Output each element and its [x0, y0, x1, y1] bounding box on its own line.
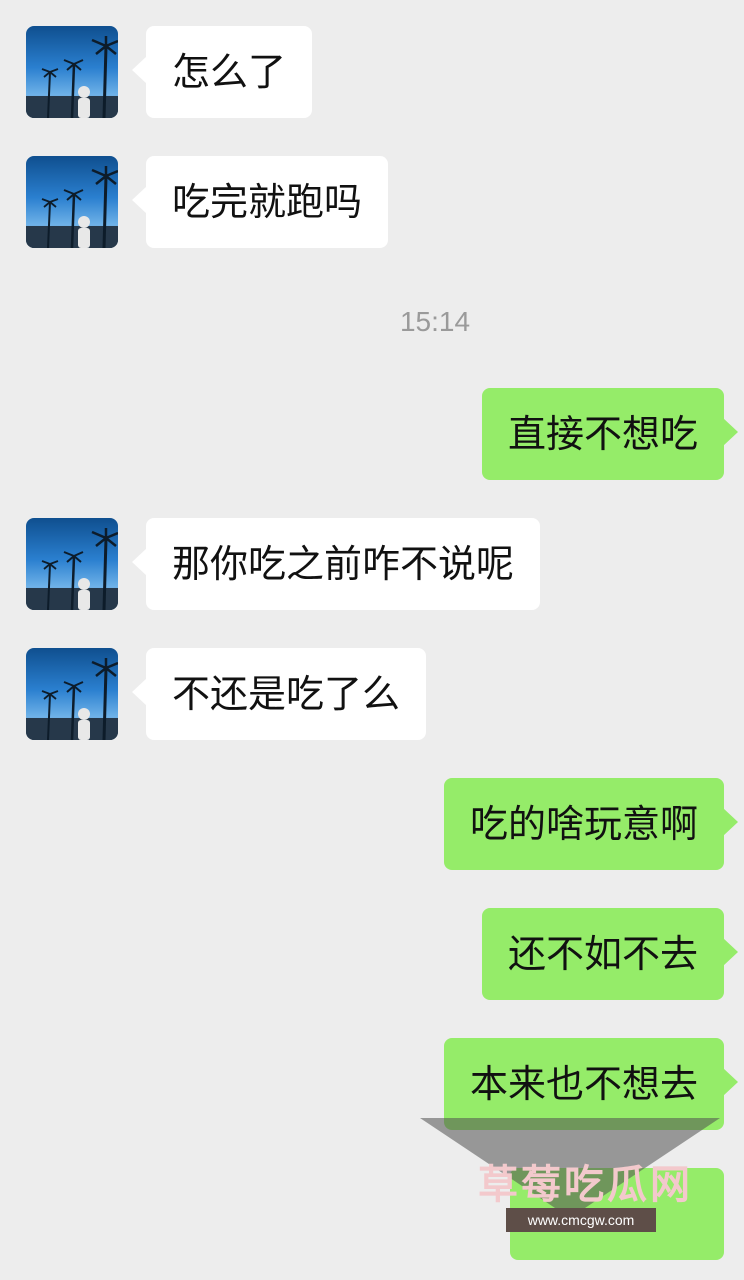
timestamp: 15:14 [399, 306, 471, 337]
palm-trees-avatar-icon [26, 36, 118, 118]
palm-trees-avatar-icon [26, 658, 118, 740]
incoming-message[interactable]: 怎么了 [131, 26, 313, 118]
outgoing-message[interactable]: 吃的啥玩意啊 [443, 778, 739, 870]
incoming-message[interactable]: 吃完就跑吗 [131, 156, 389, 248]
palm-trees-avatar-icon [26, 528, 118, 610]
contact-avatar[interactable] [26, 648, 118, 740]
watermark-title: 草莓吃瓜网 [478, 1162, 693, 1208]
contact-avatar[interactable] [26, 518, 118, 610]
incoming-message[interactable]: 那你吃之前咋不说呢 [131, 518, 541, 610]
watermark: 草莓吃瓜网 www.cmcgw.com [420, 1118, 720, 1258]
outgoing-message[interactable]: 还不如不去 [481, 908, 739, 1000]
palm-trees-avatar-icon [26, 166, 118, 248]
outgoing-message[interactable]: 本来也不想去 [443, 1038, 739, 1130]
outgoing-message[interactable]: 直接不想吃 [481, 388, 739, 480]
contact-avatar[interactable] [26, 26, 118, 118]
watermark-url: www.cmcgw.com [506, 1208, 656, 1232]
contact-avatar[interactable] [26, 156, 118, 248]
incoming-message[interactable]: 不还是吃了么 [131, 648, 427, 740]
